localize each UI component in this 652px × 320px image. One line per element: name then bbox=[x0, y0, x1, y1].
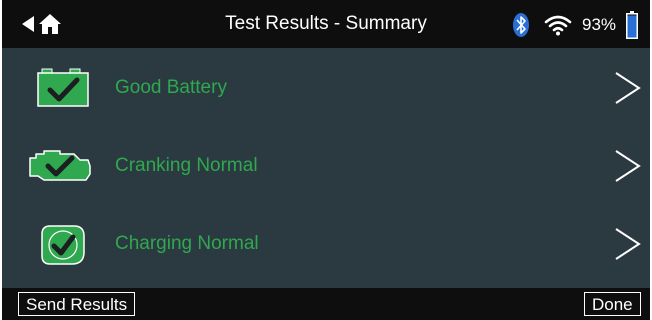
engine-check-icon bbox=[29, 150, 91, 181]
battery-level-icon bbox=[626, 11, 638, 39]
result-label: Cranking Normal bbox=[115, 155, 258, 176]
back-arrow-icon[interactable] bbox=[22, 16, 34, 32]
result-row-cranking[interactable]: Cranking Normal bbox=[2, 126, 650, 206]
screen: Test Results - Summary 93% Good Battery bbox=[2, 0, 650, 320]
result-row-charging[interactable]: Charging Normal bbox=[2, 204, 650, 284]
done-button[interactable]: Done bbox=[584, 292, 641, 316]
battery-check-icon bbox=[37, 68, 89, 107]
wifi-icon bbox=[544, 15, 572, 36]
header-bar: Test Results - Summary 93% bbox=[2, 0, 650, 48]
send-results-button[interactable]: Send Results bbox=[18, 292, 136, 316]
result-label: Charging Normal bbox=[115, 233, 259, 254]
result-row-battery[interactable]: Good Battery bbox=[2, 48, 650, 128]
result-label: Good Battery bbox=[115, 77, 227, 98]
alternator-check-icon bbox=[41, 225, 85, 265]
chevron-right-icon[interactable] bbox=[612, 70, 642, 106]
chevron-right-icon[interactable] bbox=[612, 226, 642, 262]
chevron-right-icon[interactable] bbox=[612, 148, 642, 184]
home-icon[interactable] bbox=[38, 13, 62, 35]
battery-percentage: 93% bbox=[582, 15, 617, 34]
bluetooth-icon bbox=[513, 13, 529, 37]
